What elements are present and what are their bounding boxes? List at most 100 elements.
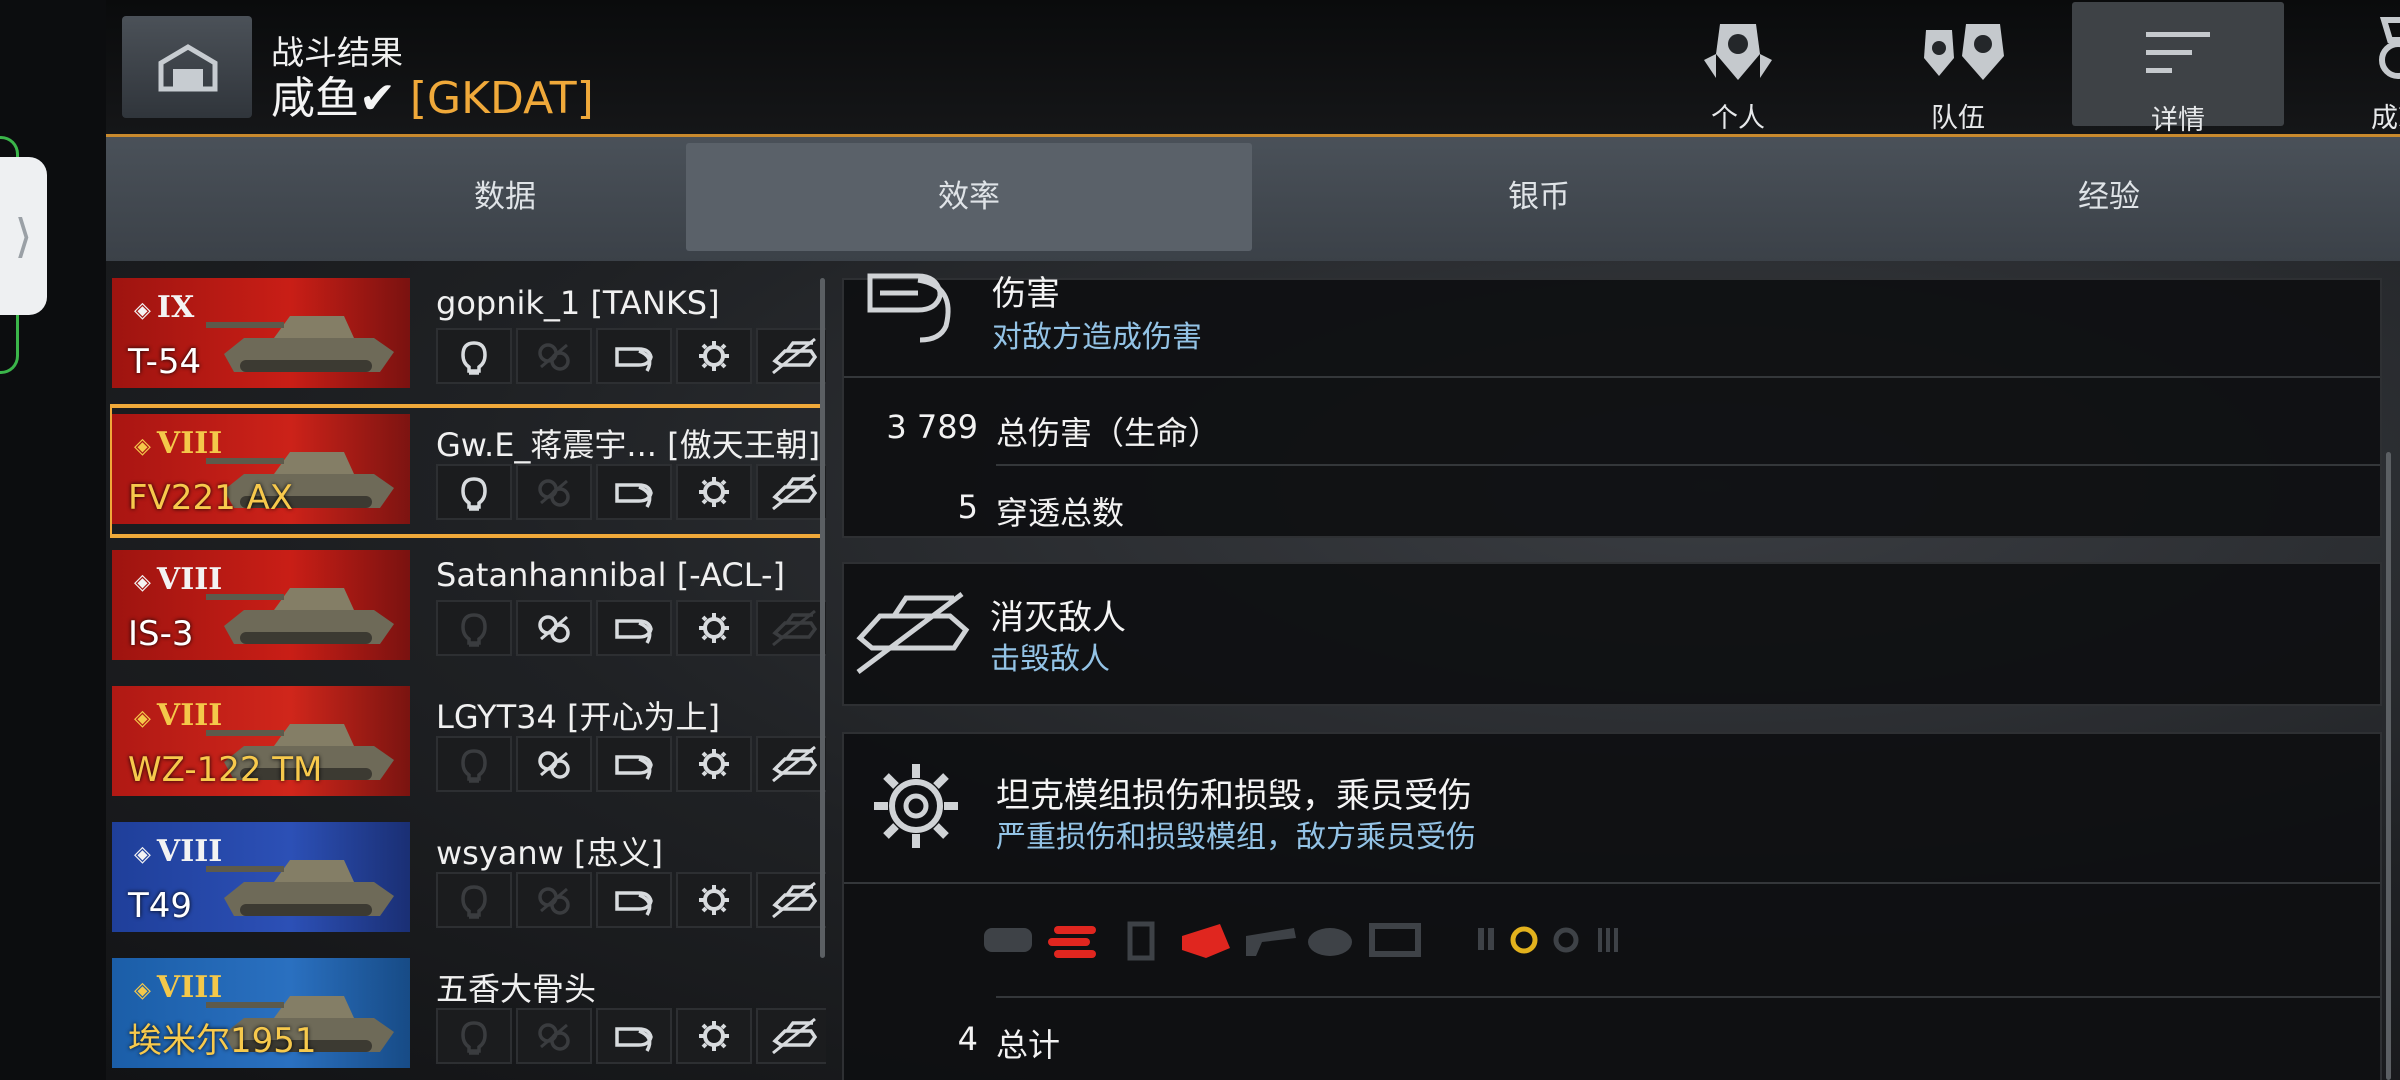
achievement-icons xyxy=(436,1008,826,1064)
module-total-value: 4 xyxy=(957,1020,978,1058)
tip-icon-cell xyxy=(436,1008,512,1064)
destroyed-icon-cell xyxy=(756,464,826,520)
divider xyxy=(844,882,2380,884)
tank-name: IS-3 xyxy=(128,614,194,654)
tank-name: WZ-122 TM xyxy=(128,750,323,790)
penetrations-value: 5 xyxy=(957,488,978,526)
garage-button[interactable] xyxy=(122,16,252,118)
destroyed-icon-cell xyxy=(756,736,826,792)
tank-name: T-54 xyxy=(128,342,202,382)
player-name: wsyanw [忠义] xyxy=(436,834,663,872)
assist-icon xyxy=(538,615,570,643)
damage-card: 伤害 对敌方造成伤害 3 789 总伤害（生命） 5 穿透总数 xyxy=(842,273,2382,538)
player-row[interactable]: ◈ IX T-54 gopnik_1 [TANKS] xyxy=(110,270,826,400)
divider xyxy=(996,996,2380,998)
details-scrollbar[interactable] xyxy=(2386,452,2391,1080)
tank-name: T49 xyxy=(128,886,193,926)
module-icon xyxy=(699,1021,729,1051)
tab-personal[interactable]: 个人 xyxy=(1632,0,1844,134)
tank-image xyxy=(206,588,394,644)
assist-icon xyxy=(538,343,570,371)
module-icons-row xyxy=(984,921,1618,961)
damage-shell-icon xyxy=(867,273,951,343)
fuel-tank-icon xyxy=(1182,924,1230,958)
destroyed-icon xyxy=(772,745,817,783)
shell-icon xyxy=(615,891,653,916)
tier-badge: ◈ IX xyxy=(134,290,195,325)
team-icon xyxy=(1924,24,2004,80)
destroyed-icon-cell xyxy=(756,328,826,384)
player-row[interactable]: ◈ VIII T49 wsyanw [忠义] xyxy=(110,814,826,944)
side-drawer-handle[interactable]: ⟩ xyxy=(0,157,47,315)
tip-icon xyxy=(461,341,487,375)
subtab-efficiency[interactable]: 效率 xyxy=(686,143,1252,251)
destroyed-icon xyxy=(772,337,817,375)
destroyed-tank-icon xyxy=(856,592,970,674)
divider xyxy=(844,376,2380,378)
tip-icon-cell xyxy=(436,328,512,384)
tip-icon xyxy=(461,885,487,919)
driver-icon xyxy=(1510,926,1538,954)
ammo-rack-icon xyxy=(1127,921,1155,961)
module-icon xyxy=(699,341,729,371)
assist-icon xyxy=(538,479,570,507)
subtab-silver[interactable]: 银币 xyxy=(1256,143,1822,251)
turret-icon xyxy=(1308,928,1352,956)
shell-icon-cell xyxy=(596,872,672,928)
player-name: LGYT34 [开心为上] xyxy=(436,698,720,736)
loader-icon xyxy=(1598,928,1618,952)
tier-badge: ◈ VIII xyxy=(134,698,223,733)
shell-icon xyxy=(615,619,653,644)
tip-icon-cell xyxy=(436,600,512,656)
tank-card: ◈ VIII WZ-122 TM xyxy=(112,686,410,796)
player-identity: 咸鱼✔ [GKDAT] xyxy=(271,62,594,126)
player-row[interactable]: ◈ VIII WZ-122 TM LGYT34 [开心为上] xyxy=(110,678,826,808)
player-row[interactable]: ◈ VIII FV221 AX Gw.E_蒋震宇... [傲天王朝] xyxy=(110,404,826,538)
garage-icon xyxy=(158,44,218,92)
observation-icon xyxy=(1369,923,1421,957)
module-total-label: 总计 xyxy=(996,1026,1061,1064)
shell-icon-cell xyxy=(596,736,672,792)
engine-icon xyxy=(984,928,1032,952)
tip-icon-cell xyxy=(436,464,512,520)
tank-card: ◈ VIII T49 xyxy=(112,822,410,932)
achievement-icons xyxy=(436,464,826,520)
module-icon xyxy=(699,885,729,915)
subtab-experience[interactable]: 经验 xyxy=(1826,143,2392,251)
tab-details[interactable]: 详情 xyxy=(2072,2,2284,136)
shell-icon-cell xyxy=(596,600,672,656)
module-subtitle: 严重损伤和损毁模组，敌方乘员受伤 xyxy=(996,820,1476,855)
player-name: Satanhannibal [-ACL-] xyxy=(436,556,785,594)
tab-personal-label: 个人 xyxy=(1711,103,1765,134)
player-row[interactable]: ◈ VIII 埃米尔1951 五香大骨头 xyxy=(110,950,826,1080)
module-icon-cell xyxy=(676,1008,752,1064)
player-clan-tag: [GKDAT] xyxy=(409,73,594,124)
destroyed-icon xyxy=(772,609,817,647)
tier-badge: ◈ VIII xyxy=(134,426,223,461)
gunner-icon xyxy=(1553,927,1579,953)
tip-icon xyxy=(461,477,487,511)
assist-icon-cell xyxy=(516,600,592,656)
tank-card: ◈ VIII IS-3 xyxy=(112,550,410,660)
achievement-icons xyxy=(436,328,826,384)
divider xyxy=(996,464,2380,466)
tip-icon-cell xyxy=(436,736,512,792)
total-damage-label: 总伤害（生命） xyxy=(996,414,1221,452)
player-row[interactable]: ◈ VIII IS-3 Satanhannibal [-ACL-] xyxy=(110,542,826,672)
subtab-bar: 数据 效率 银币 经验 xyxy=(106,137,2400,261)
damage-title: 伤害 xyxy=(992,274,1060,314)
module-icon-cell xyxy=(676,464,752,520)
tank-image xyxy=(206,316,394,372)
module-icon xyxy=(699,477,729,507)
tab-achievements[interactable]: 成就 xyxy=(2292,0,2400,134)
personal-icon xyxy=(1704,24,1772,80)
shell-icon-cell xyxy=(596,464,672,520)
shell-icon-cell xyxy=(596,1008,672,1064)
achievement-icons xyxy=(436,736,826,792)
module-icon-cell xyxy=(676,328,752,384)
destroyed-icon-cell xyxy=(756,872,826,928)
module-gear-icon xyxy=(874,764,958,848)
tab-team[interactable]: 队伍 xyxy=(1852,0,2064,134)
player-list-scrollbar[interactable] xyxy=(820,278,825,958)
shell-icon-cell xyxy=(596,328,672,384)
